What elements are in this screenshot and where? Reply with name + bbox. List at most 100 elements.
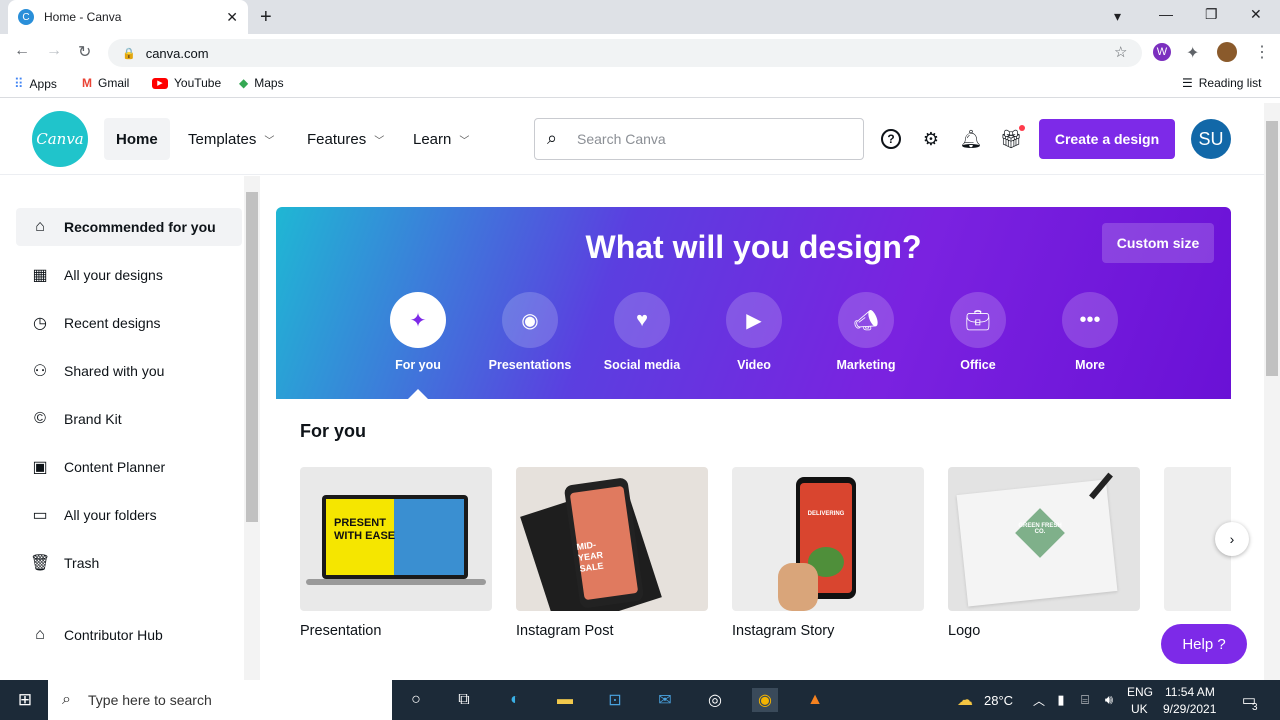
sidebar-item-folders[interactable]: ▭ All your folders (16, 496, 242, 534)
category-more[interactable]: ••• More (1035, 292, 1145, 372)
notification-count: 3 (1252, 702, 1258, 713)
gift-icon[interactable]: 🎁︎ (999, 127, 1023, 151)
bookmark-star-icon[interactable]: ☆ (1114, 43, 1127, 61)
profile-avatar-icon[interactable] (1217, 42, 1237, 62)
mail-icon[interactable]: ✉ (652, 688, 678, 712)
category-presentations[interactable]: ◉ Presentations (475, 292, 585, 372)
custom-size-button[interactable]: Custom size (1102, 223, 1214, 263)
bookmark-gmail[interactable]: M Gmail (82, 76, 129, 90)
close-tab-icon[interactable]: ✕ (226, 9, 238, 26)
help-circle-icon[interactable]: ? (879, 127, 903, 151)
bookmark-maps[interactable]: ◆ Maps (239, 76, 284, 90)
sidebar-item-shared[interactable]: ⚇ Shared with you (16, 352, 242, 390)
card-instagram-post[interactable]: MID-YEAR SALE Instagram Post (516, 467, 708, 639)
sidebar-item-recent[interactable]: ◷ Recent designs (16, 304, 242, 342)
volume-icon[interactable]: 🔊︎ (1096, 688, 1122, 712)
sidebar-item-contributor-hub[interactable]: ⌂ Contributor Hub (16, 616, 242, 654)
search-icon: ⌕ (62, 691, 71, 708)
notifications-bell-icon[interactable]: 🔔︎ (959, 127, 983, 151)
card-instagram-story[interactable]: DELIVERING Instagram Story (732, 467, 924, 639)
category-office[interactable]: 💼︎ Office (923, 292, 1033, 372)
category-social-media[interactable]: ♥ Social media (587, 292, 697, 372)
bookmark-apps[interactable]: ⠿ Apps (14, 76, 57, 92)
sidebar-item-label: Brand Kit (64, 411, 122, 427)
extensions-puzzle-icon[interactable]: ✦ (1186, 43, 1199, 63)
bookmark-youtube[interactable]: ▶ YouTube (152, 76, 221, 90)
taskbar-search-input[interactable]: ⌕ Type here to search (48, 680, 392, 720)
active-category-caret (408, 389, 428, 399)
url-text: canva.com (145, 45, 209, 61)
network-icon[interactable]: ⌸ (1072, 688, 1098, 712)
bookmark-label: Apps (29, 77, 57, 91)
forward-icon[interactable]: → (46, 42, 62, 60)
chevron-down-icon: ﹀ (374, 135, 385, 147)
store-icon[interactable]: ⊡ (602, 688, 628, 712)
task-view-icon[interactable]: ⧉ (451, 688, 477, 712)
section-heading: For you (300, 421, 366, 441)
battery-icon[interactable]: ▮ (1048, 688, 1074, 712)
scrollbar-thumb[interactable] (1266, 121, 1278, 376)
gmail-icon: M (82, 76, 92, 90)
nav-learn[interactable]: Learn ﹀ (401, 118, 481, 160)
category-for-you[interactable]: ✦ For you (363, 292, 473, 372)
minimize-icon[interactable]: — (1159, 6, 1173, 22)
cortana-icon[interactable]: ○ (403, 688, 429, 712)
reading-list[interactable]: ☰ Reading list (1182, 76, 1261, 90)
chevron-down-icon: ﹀ (459, 135, 470, 147)
sidebar-item-trash[interactable]: 🗑︎ Trash (16, 544, 242, 582)
restore-icon[interactable]: ❐ (1205, 6, 1218, 23)
card-label: Logo (948, 623, 981, 639)
instagram-story-thumbnail: DELIVERING (732, 467, 924, 611)
category-video[interactable]: ▶ Video (699, 292, 809, 372)
obs-icon[interactable]: ◎ (702, 688, 728, 712)
browser-tab[interactable]: C Home - Canva ✕ (8, 0, 248, 34)
windows-start-icon[interactable]: ⊞ (12, 688, 38, 712)
category-marketing[interactable]: 📣︎ Marketing (811, 292, 921, 372)
vlc-icon[interactable]: ▲ (802, 688, 828, 712)
search-input[interactable]: ⌕ Search Canva (534, 118, 864, 160)
url-bar[interactable]: 🔒 canva.com (108, 39, 1142, 67)
scrollbar-thumb[interactable] (246, 192, 258, 522)
nav-features[interactable]: Features ﹀ (295, 118, 396, 160)
sidebar-item-all-designs[interactable]: ▦ All your designs (16, 256, 242, 294)
main-scrollbar[interactable] (1264, 103, 1280, 680)
settings-gear-icon[interactable]: ⚙ (919, 127, 943, 151)
reload-icon[interactable]: ↻ (78, 42, 91, 62)
tab-search-icon[interactable]: ▾ (1114, 8, 1121, 25)
language-label[interactable]: ENG (1127, 685, 1153, 699)
card-logo[interactable]: GREEN FRESH CO. Logo (948, 467, 1140, 639)
sidebar-item-brand-kit[interactable]: © Brand Kit (16, 400, 242, 438)
edge-icon[interactable]: ◐ (502, 688, 528, 712)
reading-list-label: Reading list (1198, 76, 1262, 90)
file-explorer-icon[interactable]: ▬ (552, 688, 578, 712)
chrome-icon[interactable]: ◉ (752, 688, 778, 712)
canva-logo[interactable]: Canva (32, 111, 88, 167)
category-label: More (1075, 358, 1105, 372)
nav-home[interactable]: Home (104, 118, 170, 160)
new-tab-icon[interactable]: + (260, 6, 272, 29)
nav-templates[interactable]: Templates ﹀ (176, 118, 286, 160)
nav-label: Templates (188, 130, 257, 148)
extension-w-icon[interactable]: W (1153, 43, 1171, 61)
help-button[interactable]: Help ? (1161, 624, 1247, 664)
menu-kebab-icon[interactable]: ⋮ (1254, 42, 1270, 62)
create-design-button[interactable]: Create a design (1039, 119, 1175, 159)
sidebar-item-content-planner[interactable]: ▣ Content Planner (16, 448, 242, 486)
region-label[interactable]: UK (1131, 702, 1148, 716)
window-close-icon[interactable]: ✕ (1250, 6, 1262, 23)
clock-time[interactable]: 11:54 AM (1165, 685, 1215, 699)
user-avatar[interactable]: SU (1191, 119, 1231, 159)
instagram-post-thumbnail: MID-YEAR SALE (516, 467, 708, 611)
heart-icon: ♥ (614, 292, 670, 348)
sidebar-scrollbar[interactable] (244, 176, 260, 680)
clock-date[interactable]: 9/29/2021 (1163, 702, 1216, 716)
chevron-right-icon[interactable]: › (1215, 522, 1249, 556)
notification-center-icon[interactable]: ▭ (1236, 688, 1262, 712)
sidebar-item-label: Trash (64, 555, 100, 571)
logo-thumbnail: GREEN FRESH CO. (948, 467, 1140, 611)
sidebar-item-label: Recent designs (64, 315, 161, 331)
sidebar-item-recommended[interactable]: ⌂ Recommended for you (16, 208, 242, 246)
sidebar-item-label: All your folders (64, 507, 157, 523)
card-presentation[interactable]: PRESENT WITH EASE Presentation (300, 467, 492, 639)
back-icon[interactable]: ← (14, 42, 30, 60)
